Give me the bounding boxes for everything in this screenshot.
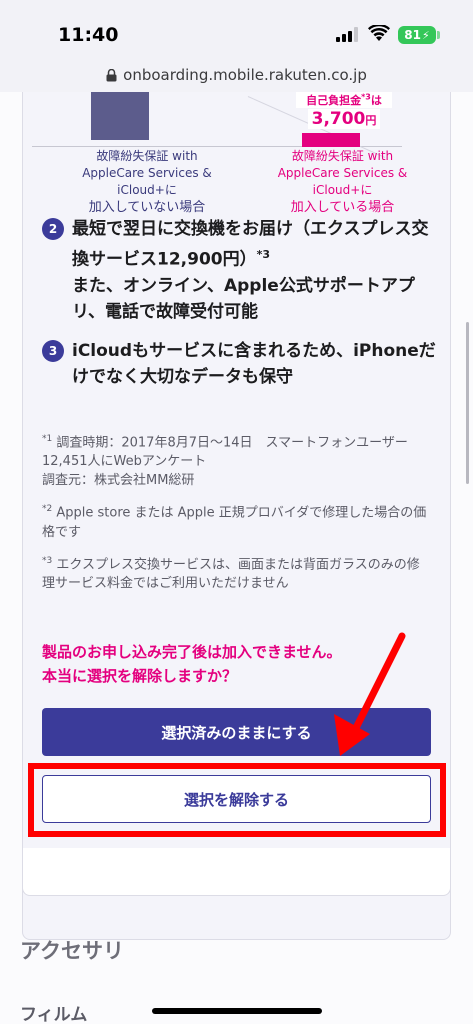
- remove-selection-button[interactable]: 選択を解除する: [42, 775, 431, 823]
- section-title-accessories: アクセサリ: [20, 939, 124, 963]
- status-bar: 11:40 81 ⚡: [0, 0, 473, 62]
- footnote-1: *1 調査時期：2017年8月7日〜14日 スマートフォンユーザー12,451人…: [42, 434, 408, 470]
- price-value: 3,700円: [307, 109, 381, 129]
- lock-icon: [106, 68, 117, 81]
- caption-enrolled: 故障紛失保証 with AppleCare Services & iCloud+…: [277, 149, 408, 215]
- point-number-badge: 2: [42, 218, 64, 240]
- home-indicator[interactable]: [152, 1008, 322, 1014]
- bar-enrolled: [302, 133, 360, 147]
- signal-icon: [336, 27, 358, 42]
- price-tag: 自己負担金*3は 3,700円: [296, 92, 392, 129]
- footnote-2: *2 Apple store または Apple 正規プロバイダで修理した場合の…: [42, 504, 427, 540]
- battery-level: 81: [404, 28, 421, 42]
- battery-charging-icon: 81 ⚡: [398, 26, 436, 44]
- wifi-icon: [368, 25, 390, 41]
- benefit-point-3: 3 iCloudもサービスに含まれるため、iPhoneだけでなく大切なデータも保…: [42, 338, 437, 390]
- bolt-icon: ⚡: [421, 28, 430, 42]
- benefit-point-2: 2 最短で翌日に交換機をお届け（エクスプレス交換サービス12,900円）*3 また…: [42, 216, 437, 325]
- point-text: iCloudもサービスに含まれるため、iPhoneだけでなく大切なデータも保守: [72, 341, 436, 387]
- point-number-badge: 3: [42, 340, 64, 362]
- url-text[interactable]: onboarding.mobile.rakuten.co.jp: [123, 66, 367, 84]
- footnote-1-source: 調査元：株式会社MM総研: [42, 473, 195, 489]
- scroll-indicator[interactable]: [466, 322, 469, 484]
- bar-not-enrolled: [91, 92, 149, 140]
- web-page: 自己負担金*3は 3,700円 故障紛失保証 with AppleCare Se…: [0, 92, 473, 1024]
- url-bar[interactable]: onboarding.mobile.rakuten.co.jp: [0, 58, 473, 92]
- annotation-arrow-icon: [334, 632, 406, 756]
- battery-tip: [437, 31, 440, 39]
- clock: 11:40: [58, 24, 119, 46]
- footnote-3: *3 エクスプレス交換サービスは、画面または背面ガラスのみの修理サービス料金では…: [42, 555, 420, 591]
- caption-not-enrolled: 故障紛失保証 with AppleCare Services & iCloud+…: [82, 149, 212, 215]
- footnotes: *1 調査時期：2017年8月7日〜14日 スマートフォンユーザー12,451人…: [42, 430, 427, 603]
- card-bottom-panel: [22, 848, 451, 896]
- section-subtitle-film[interactable]: フィルム: [20, 1000, 87, 1024]
- price-label: 自己負担金*3は: [296, 92, 392, 108]
- point-text: 最短で翌日に交換機をお届け（エクスプレス交換サービス12,900円）*3 また、オ…: [72, 219, 429, 322]
